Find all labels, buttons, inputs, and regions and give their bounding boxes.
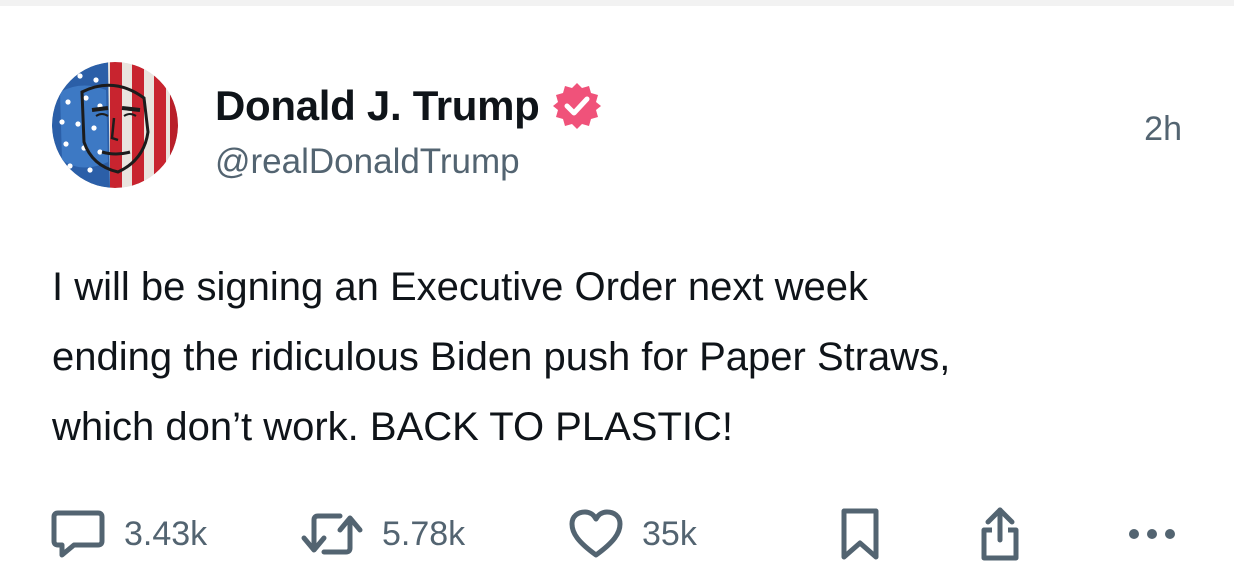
- more-dots-icon: [1129, 529, 1175, 539]
- share-button[interactable]: [978, 506, 1104, 562]
- verified-badge-icon: [552, 83, 601, 129]
- post-card: Donald J. Trump @realDonaldTrump 2h I wi…: [0, 0, 1234, 572]
- heart-icon: [569, 509, 623, 558]
- share-icon: [981, 507, 1019, 561]
- reply-button[interactable]: 3.43k: [50, 508, 300, 560]
- reply-count: 3.43k: [124, 514, 208, 553]
- display-name[interactable]: Donald J. Trump: [215, 82, 540, 130]
- post-timestamp[interactable]: 2h: [1144, 110, 1182, 149]
- comment-icon: [51, 510, 105, 558]
- bookmark-icon: [841, 508, 879, 560]
- like-count: 35k: [642, 514, 697, 553]
- display-name-row: Donald J. Trump: [215, 78, 602, 134]
- post-actions: 3.43k 5.78k 35k: [50, 506, 1178, 562]
- american-flag-portrait-avatar: [52, 62, 178, 188]
- author-handle[interactable]: @realDonaldTrump: [215, 142, 602, 182]
- bookmark-button[interactable]: [838, 507, 978, 561]
- repost-count: 5.78k: [382, 514, 466, 553]
- more-options-button[interactable]: [1126, 524, 1178, 544]
- like-button[interactable]: 35k: [568, 508, 838, 560]
- repost-button[interactable]: 5.78k: [300, 508, 568, 560]
- post-text: I will be signing an Executive Order nex…: [52, 265, 951, 449]
- repost-icon: [301, 513, 363, 555]
- author-names: Donald J. Trump @realDonaldTrump: [215, 78, 602, 182]
- post-header: Donald J. Trump @realDonaldTrump 2h: [52, 58, 1182, 198]
- avatar[interactable]: [52, 62, 178, 188]
